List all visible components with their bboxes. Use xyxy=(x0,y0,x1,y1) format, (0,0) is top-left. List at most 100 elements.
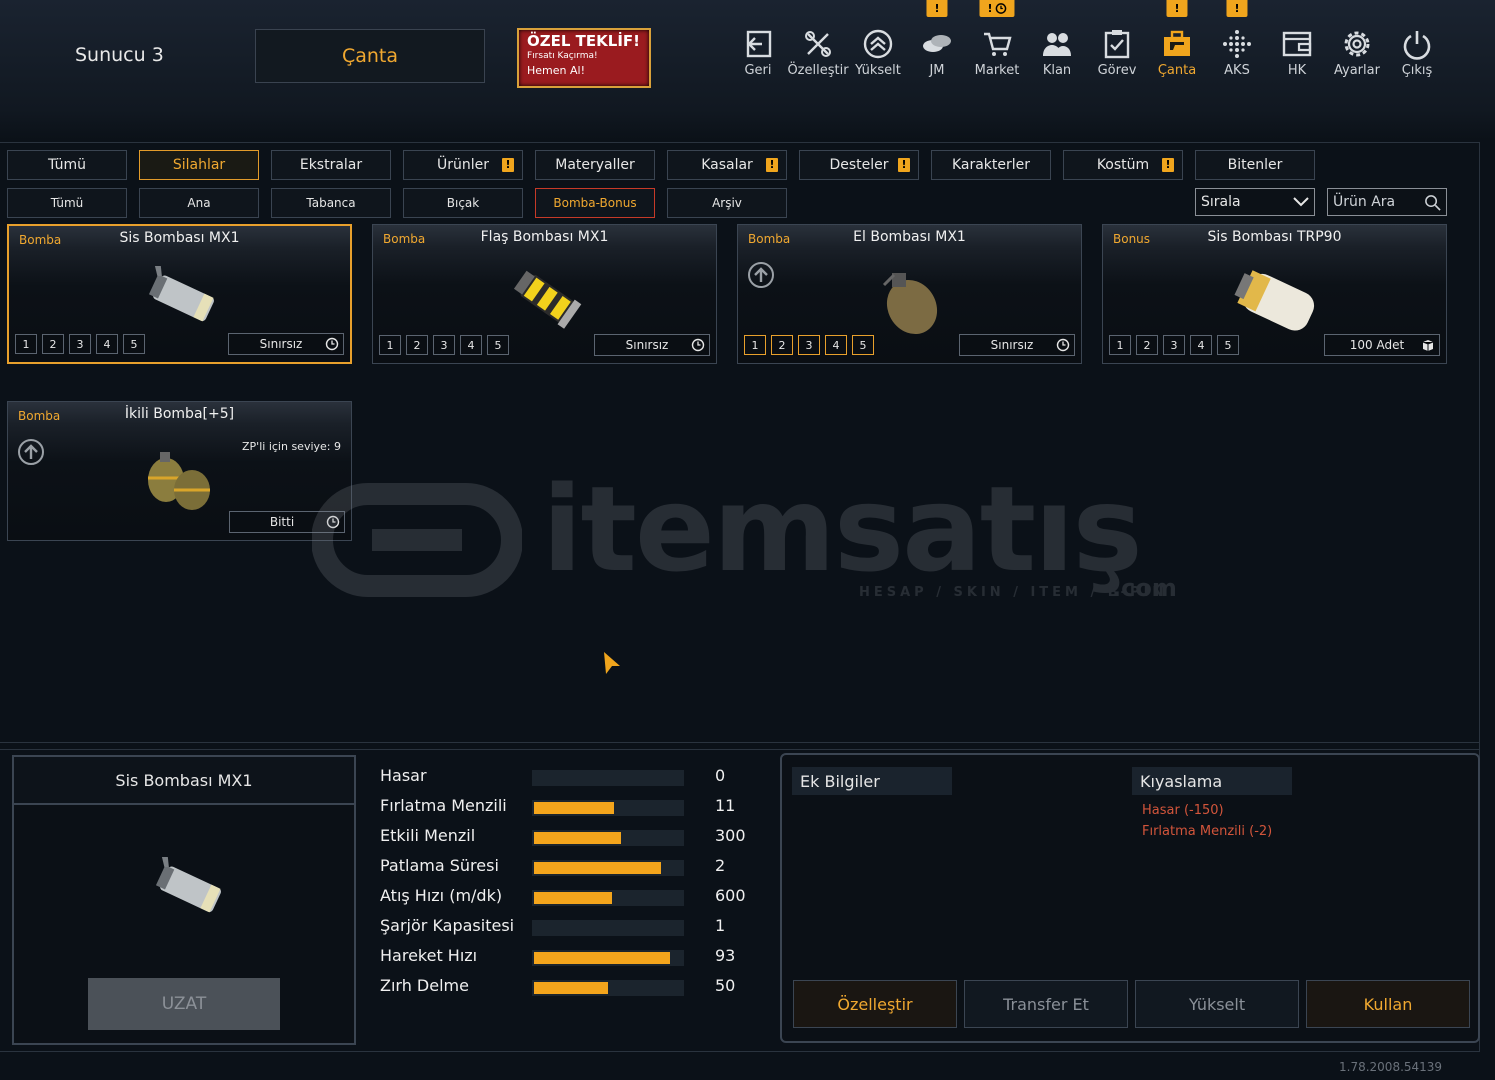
level-requirement: ZP'li için seviye: 9 xyxy=(242,440,341,453)
duration-text: Sınırsız xyxy=(259,337,303,351)
tab-label: Ürünler xyxy=(436,157,489,173)
level-box: 1 xyxy=(1109,335,1131,355)
nav-hk[interactable]: HK xyxy=(1267,0,1327,100)
tab-kasalar[interactable]: Kasalar! xyxy=(667,150,787,180)
comparison-line: Fırlatma Menzili (-2) xyxy=(1142,824,1273,839)
nav-gorev[interactable]: Görev xyxy=(1087,0,1147,100)
level-box: 2 xyxy=(406,335,428,355)
level-box: 5 xyxy=(852,335,874,355)
upgrade-arrow-icon[interactable] xyxy=(747,261,775,289)
tab-silahlar[interactable]: Silahlar xyxy=(139,150,259,180)
warning-badge: ! xyxy=(502,158,514,172)
tab-karakterler[interactable]: Karakterler xyxy=(931,150,1051,180)
coins-icon xyxy=(923,35,951,52)
item-card[interactable]: Bomba El Bombası MX1 1 2 3 4 5 Sınırsız xyxy=(737,224,1082,364)
search-input[interactable]: Ürün Ara xyxy=(1327,188,1447,216)
item-card[interactable]: Bomba İkili Bomba[+5] ZP'li için seviye:… xyxy=(7,401,352,541)
upgrade-icon xyxy=(863,29,893,59)
badge-text: ! xyxy=(987,2,993,15)
search-icon xyxy=(1425,195,1441,211)
subtab-arsiv[interactable]: Arşiv xyxy=(667,188,787,218)
stat-bar xyxy=(532,830,684,846)
item-card[interactable]: Bomba Sis Bombası MX1 1 2 3 4 5 Sınırsız xyxy=(7,224,352,364)
level-box: 3 xyxy=(433,335,455,355)
stat-bar xyxy=(532,950,684,966)
tab-desteler[interactable]: Desteler! xyxy=(799,150,919,180)
stat-row: Etkili Menzil 300 xyxy=(380,826,760,848)
tab-label: Materyaller xyxy=(555,157,635,173)
item-card[interactable]: Bomba Flaş Bombası MX1 1 2 3 4 5 Sınırsı… xyxy=(372,224,717,364)
sort-dropdown[interactable]: Sırala xyxy=(1195,188,1315,216)
stat-value: 2 xyxy=(715,856,726,875)
warning-badge: ! xyxy=(1162,158,1174,172)
extend-button[interactable]: UZAT xyxy=(88,978,280,1030)
warning-badge: ! xyxy=(766,158,778,172)
upgrade-button[interactable]: Yükselt xyxy=(1135,980,1299,1028)
stat-name: Atış Hızı (m/dk) xyxy=(380,886,503,905)
mouse-cursor-icon xyxy=(604,652,620,674)
stat-bar-fill xyxy=(534,832,622,844)
nav-klan[interactable]: Klan xyxy=(1027,0,1087,100)
level-box: 1 xyxy=(379,335,401,355)
notification-badge: ! xyxy=(979,0,1015,17)
dual-grenade-image xyxy=(147,452,210,510)
clock-icon xyxy=(691,338,705,352)
stat-name: Hareket Hızı xyxy=(380,946,478,965)
notification-badge: ! xyxy=(1226,0,1248,17)
subtab-bomba-bonus[interactable]: Bomba-Bonus xyxy=(535,188,655,218)
item-card[interactable]: Bonus Sis Bombası TRP90 1 2 3 4 5 100 Ad… xyxy=(1102,224,1447,364)
duration-badge: Bitti xyxy=(229,511,345,533)
nav-label: Klan xyxy=(1042,63,1072,78)
subtab-tabanca[interactable]: Tabanca xyxy=(271,188,391,218)
tab-label: Kostüm xyxy=(1096,157,1150,173)
stat-row: Hareket Hızı 93 xyxy=(380,946,760,968)
nav-geri[interactable]: Geri xyxy=(728,0,788,100)
stat-value: 300 xyxy=(715,826,746,845)
nav-jm[interactable]: ! JM xyxy=(907,0,967,100)
upgrade-arrow-icon[interactable] xyxy=(17,438,45,466)
nav-market[interactable]: ! Market xyxy=(967,0,1027,100)
stat-name: Zırh Delme xyxy=(380,976,469,995)
level-box: 2 xyxy=(42,334,64,354)
subtab-tumu[interactable]: Tümü xyxy=(7,188,127,218)
stat-bar xyxy=(532,770,684,786)
preview-item-image xyxy=(155,857,221,913)
nav-cikis[interactable]: Çıkış xyxy=(1387,0,1447,100)
customize-button[interactable]: Özelleştir xyxy=(793,980,957,1028)
stat-bar xyxy=(532,980,684,996)
preview-title: Sis Bombası MX1 xyxy=(14,757,354,805)
special-offer-banner[interactable]: ÖZEL TEKLİF! Fırsatı Kaçırma! Hemen Al! xyxy=(517,28,651,88)
tab-label: Karakterler xyxy=(951,157,1031,173)
subtab-bicak[interactable]: Bıçak xyxy=(403,188,523,218)
bag-icon xyxy=(1164,30,1190,56)
task-icon xyxy=(1104,30,1130,59)
duration-badge: Sınırsız xyxy=(959,334,1075,356)
tab-bitenler[interactable]: Bitenler xyxy=(1195,150,1315,180)
stat-row: Şarjör Kapasitesi 1 xyxy=(380,916,760,938)
nav-ayarlar[interactable]: Ayarlar xyxy=(1327,0,1387,100)
nav-label: Ayarlar xyxy=(1334,63,1380,78)
server-name: Sunucu 3 xyxy=(75,44,164,66)
flash-grenade-image xyxy=(513,270,581,329)
duration-badge: Sınırsız xyxy=(594,334,710,356)
tab-kostum[interactable]: Kostüm! xyxy=(1063,150,1183,180)
subtab-ana[interactable]: Ana xyxy=(139,188,259,218)
nav-label: HK xyxy=(1287,63,1307,78)
tab-tumu[interactable]: Tümü xyxy=(7,150,127,180)
nav-label: Market xyxy=(974,63,1020,78)
use-button[interactable]: Kullan xyxy=(1306,980,1470,1028)
nav-canta[interactable]: ! Çanta xyxy=(1147,0,1207,100)
transfer-button[interactable]: Transfer Et xyxy=(964,980,1128,1028)
stat-row: Atış Hızı (m/dk) 600 xyxy=(380,886,760,908)
nav-aks[interactable]: ! AKS xyxy=(1207,0,1267,100)
box-icon xyxy=(1422,340,1434,351)
nav-yukselt[interactable]: Yükselt xyxy=(848,0,908,100)
tab-materyaller[interactable]: Materyaller xyxy=(535,150,655,180)
stat-row: Hasar 0 xyxy=(380,766,760,788)
offer-title: ÖZEL TEKLİF! xyxy=(527,32,640,50)
tab-urunler[interactable]: Ürünler! xyxy=(403,150,523,180)
nav-ozellestir[interactable]: Özelleştir xyxy=(786,0,850,100)
page-title: Çanta xyxy=(255,29,485,83)
tab-ekstralar[interactable]: Ekstralar xyxy=(271,150,391,180)
stat-bar xyxy=(532,860,684,876)
